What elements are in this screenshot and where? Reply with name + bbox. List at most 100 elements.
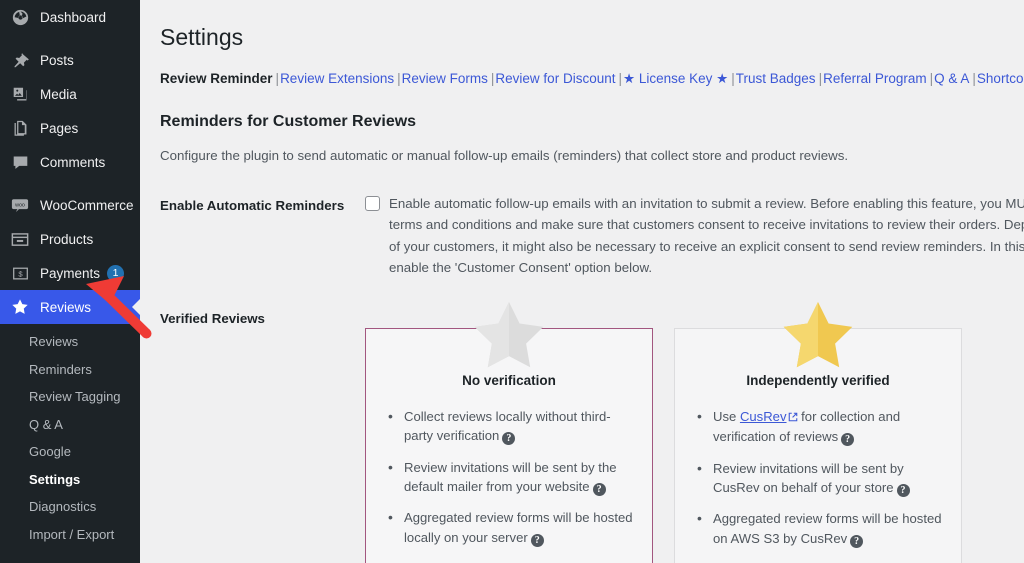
pin-icon [9, 50, 31, 70]
list-item: No restrictions on collection of reviews… [386, 558, 636, 563]
help-icon[interactable]: ? [841, 433, 855, 447]
star-icon [9, 297, 31, 317]
comments-icon [9, 152, 31, 172]
tab-review-extensions[interactable]: Review Extensions [280, 71, 394, 86]
section-title: Reminders for Customer Reviews [160, 112, 417, 130]
sidebar-item-label: Posts [40, 52, 74, 68]
media-icon [9, 84, 31, 104]
tab-trust-badges[interactable]: Trust Badges [736, 71, 816, 86]
sidebar-item-woocommerce[interactable]: woo WooCommerce [0, 188, 140, 222]
pages-icon [9, 118, 31, 138]
sidebar-item-label: WooCommerce [40, 197, 134, 213]
sidebar-item-payments[interactable]: $ Payments 1 [0, 256, 140, 290]
list-item: Aggregated review forms will be hosted o… [695, 508, 945, 548]
sidebar-item-analytics[interactable]: Analytics [0, 554, 140, 563]
list-item: Collect reviews locally without third-pa… [386, 406, 636, 446]
enable-automatic-reminders-row: Enable Automatic Reminders Enable automa… [160, 193, 1024, 279]
tab-license-key[interactable]: ★ License Key ★ [623, 71, 728, 86]
admin-screen: Dashboard Posts Media Pages Comments woo… [0, 0, 1024, 563]
help-icon[interactable]: ? [850, 534, 864, 548]
woocommerce-icon: woo [9, 195, 31, 215]
enable-automatic-reminders-control[interactable]: Enable automatic follow-up emails with a… [365, 193, 1024, 279]
main-content: Settings Review Reminder |Review Extensio… [140, 0, 1024, 563]
sidebar-item-products[interactable]: Products [0, 222, 140, 256]
page-title: Settings [160, 24, 244, 50]
list-item-text: Review invitations will be sent by the d… [404, 459, 617, 495]
svg-text:woo: woo [14, 202, 25, 208]
submenu-item-q-and-a[interactable]: Q & A [0, 411, 140, 439]
sidebar-item-label: Reviews [40, 299, 92, 315]
list-item: Review invitations will be sent by CusRe… [695, 458, 945, 498]
list-item: Review invitations will be sent by the d… [386, 457, 636, 497]
sidebar-divider [0, 34, 140, 43]
settings-tab-bar: Review Reminder |Review Extensions |Review… [160, 71, 1024, 87]
star-glyph-left: ★ [622, 70, 639, 86]
tab-separator: | [731, 70, 735, 86]
submenu-item-reminders[interactable]: Reminders [0, 356, 140, 384]
card-title: No verification [462, 372, 556, 388]
admin-sidebar: Dashboard Posts Media Pages Comments woo… [0, 0, 140, 563]
help-icon[interactable]: ? [502, 432, 516, 446]
card-independently-verified[interactable]: Independently verified Use CusRev for co… [674, 301, 962, 563]
sidebar-item-label: Payments [40, 265, 101, 281]
verified-reviews-label: Verified Reviews [160, 310, 265, 326]
sidebar-divider [0, 179, 140, 188]
verified-reviews-row: Verified Reviews No verification Collect… [160, 301, 1024, 563]
sidebar-item-posts[interactable]: Posts [0, 43, 140, 77]
cusrev-link[interactable]: CusRev [740, 409, 787, 424]
svg-text:$: $ [18, 269, 23, 278]
description-line: terms and conditions and make sure that … [389, 217, 1024, 233]
star-glyph-right: ★ [712, 70, 729, 86]
submenu-item-reviews[interactable]: Reviews [0, 328, 140, 356]
tab-separator: | [275, 70, 280, 86]
tab-review-for-discount[interactable]: Review for Discount [495, 71, 615, 86]
tab-separator: | [929, 70, 934, 86]
list-item-text: Review invitations will be sent by CusRe… [713, 460, 904, 496]
sidebar-item-pages[interactable]: Pages [0, 111, 140, 145]
sidebar-item-label: Dashboard [40, 9, 107, 25]
sidebar-item-reviews[interactable]: Reviews [0, 290, 140, 324]
card-feature-list: Collect reviews locally without third-pa… [382, 406, 636, 563]
sidebar-item-label: Pages [40, 120, 79, 136]
enable-automatic-reminders-checkbox[interactable] [365, 195, 380, 211]
products-icon [9, 229, 31, 249]
sidebar-item-dashboard[interactable]: Dashboard [0, 0, 140, 34]
sidebar-item-label: Media [40, 86, 77, 102]
tab-referral-program[interactable]: Referral Program [823, 71, 927, 86]
enable-automatic-reminders-label: Enable Automatic Reminders [160, 197, 345, 213]
sidebar-item-label: Products [40, 231, 94, 247]
external-link-icon [788, 408, 798, 427]
sidebar-badge-payments: 1 [107, 264, 125, 282]
sidebar-submenu-reviews: Reviews Reminders Review Tagging Q & A G… [0, 324, 140, 555]
submenu-item-settings[interactable]: Settings [0, 466, 140, 494]
submenu-item-review-tagging[interactable]: Review Tagging [0, 383, 140, 411]
sidebar-item-label: Comments [40, 154, 106, 170]
help-icon[interactable]: ? [592, 483, 606, 497]
tab-review-forms[interactable]: Review Forms [402, 71, 488, 86]
star-gold-icon [782, 300, 854, 369]
list-item-text: Aggregated review forms will be hosted l… [404, 510, 633, 545]
section-description: Configure the plugin to send automatic o… [160, 147, 849, 163]
list-item: Use CusRev for collection and verificati… [695, 406, 945, 447]
list-item-text-before: Use [713, 408, 740, 424]
dashboard-icon [9, 7, 31, 27]
tab-separator: | [972, 70, 976, 86]
tab-review-reminder[interactable]: Review Reminder [160, 71, 273, 86]
tab-shortcodes[interactable]: Shortcodes [977, 71, 1024, 86]
help-icon[interactable]: ? [530, 533, 544, 547]
submenu-item-diagnostics[interactable]: Diagnostics [0, 493, 140, 521]
enable-automatic-reminders-description: Enable automatic follow-up emails with a… [389, 193, 1024, 279]
submenu-item-google[interactable]: Google [0, 438, 140, 466]
tab-separator: | [818, 70, 823, 86]
sidebar-item-media[interactable]: Media [0, 77, 140, 111]
help-icon[interactable]: ? [896, 484, 910, 498]
submenu-item-import-export[interactable]: Import / Export [0, 521, 140, 549]
tab-separator: | [397, 70, 401, 86]
description-line: of your customers, it might also be nece… [389, 238, 1024, 254]
payments-icon: $ [9, 263, 31, 283]
list-item: Aggregated review forms will be hosted l… [386, 507, 636, 547]
sidebar-item-comments[interactable]: Comments [0, 145, 140, 179]
list-item-text: Aggregated review forms will be hosted o… [713, 511, 942, 546]
card-no-verification[interactable]: No verification Collect reviews locally … [365, 301, 653, 563]
tab-q-and-a[interactable]: Q & A [934, 71, 969, 86]
